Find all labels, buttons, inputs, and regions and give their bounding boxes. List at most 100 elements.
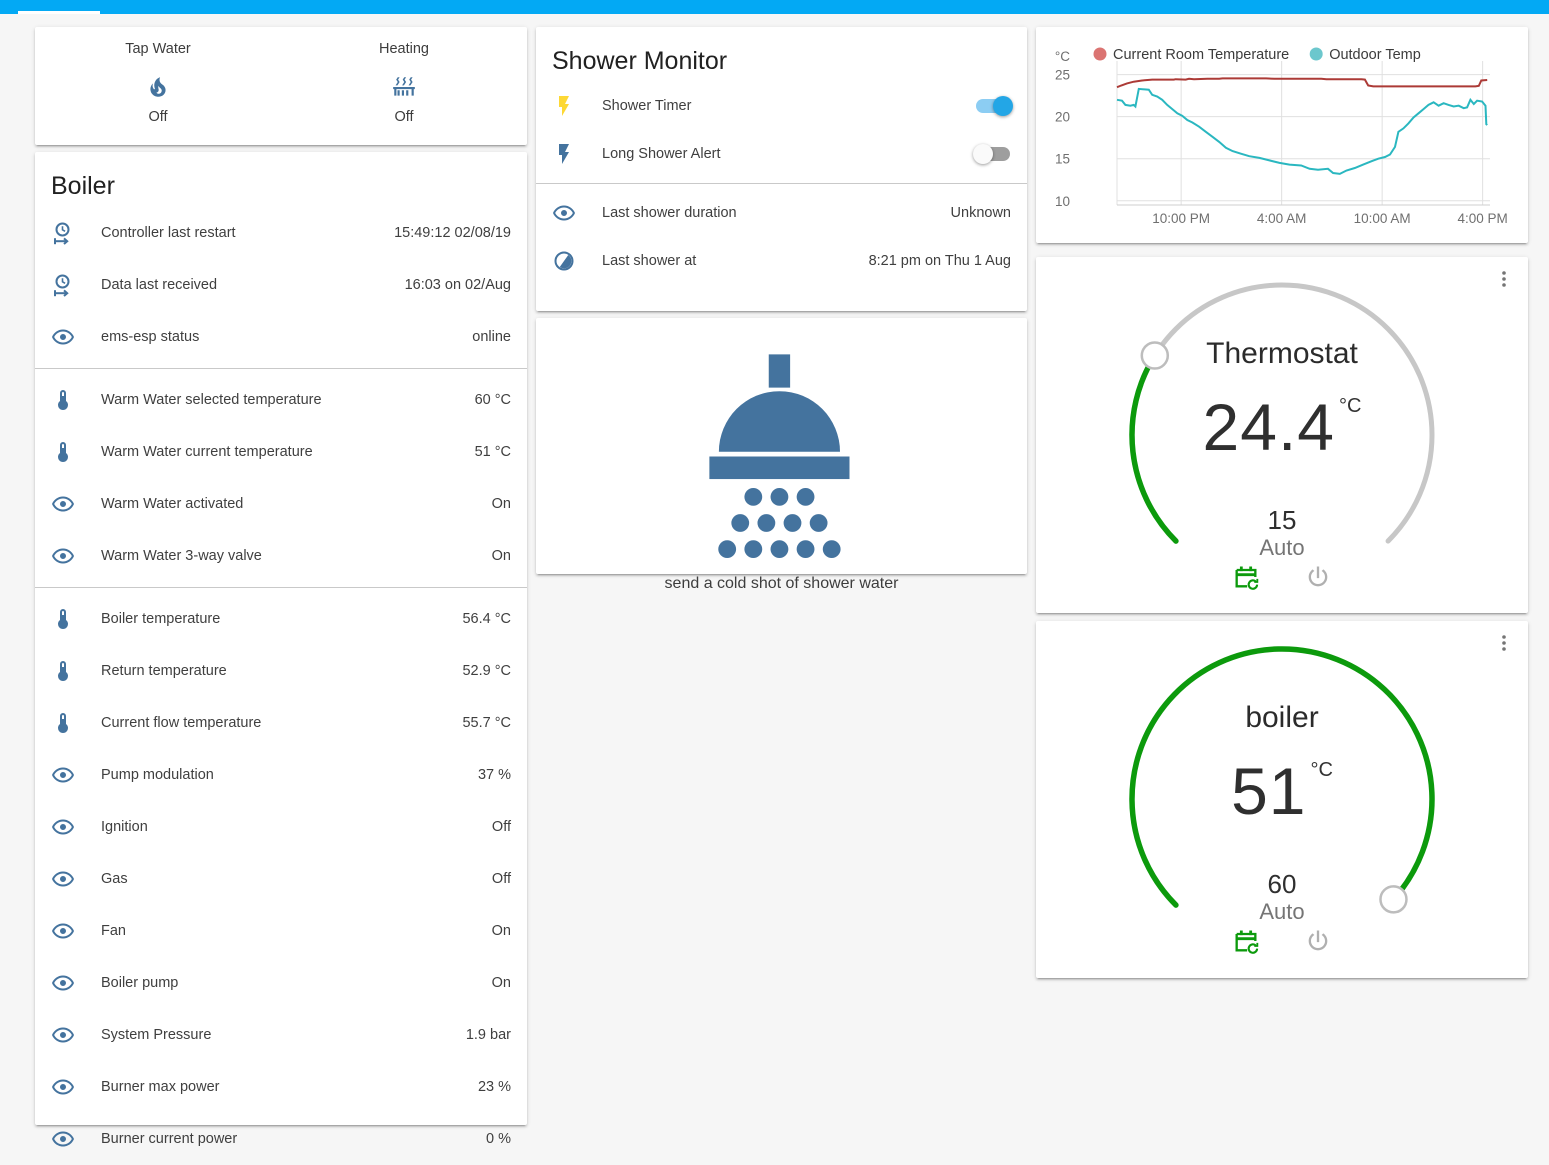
entity-label: Ignition — [101, 819, 492, 835]
toggle-thumb[interactable] — [973, 144, 993, 164]
temperature-value: 51 — [1231, 754, 1306, 828]
dial-title: boiler — [1036, 701, 1528, 735]
app-header-bar — [0, 0, 1549, 14]
temperature-unit: °C — [1310, 759, 1332, 781]
history-chart: 1015202510:00 PM4:00 AM10:00 AM4:00 PM°C… — [1036, 27, 1528, 243]
svg-text:10:00 AM: 10:00 AM — [1354, 211, 1411, 226]
entity-value: 51 °C — [475, 444, 511, 460]
active-tab-indicator — [18, 11, 100, 14]
entity-value: 37 % — [478, 767, 511, 783]
shower-action-label: send a cold shot of shower water — [665, 575, 899, 593]
dial-title: Thermostat — [1036, 337, 1528, 371]
entity-label: Burner current power — [101, 1131, 486, 1147]
eye-icon — [51, 815, 75, 839]
entity-row[interactable]: ems-esp statusonline — [35, 311, 527, 363]
temperature-unit: °C — [1339, 395, 1361, 417]
entity-row[interactable]: Boiler pumpOn — [35, 957, 527, 1009]
svg-text:4:00 PM: 4:00 PM — [1457, 211, 1507, 226]
entity-row[interactable]: Current flow temperature55.7 °C — [35, 697, 527, 749]
entity-label: ems-esp status — [101, 329, 472, 345]
entity-label: Warm Water current temperature — [101, 444, 475, 460]
entity-row[interactable]: Warm Water activatedOn — [35, 478, 527, 530]
setpoint-value: 15 — [1036, 505, 1528, 536]
toggle-thumb[interactable] — [993, 96, 1013, 116]
entity-value: 0 % — [486, 1131, 511, 1147]
thermometer-icon — [51, 388, 75, 412]
entity-row[interactable]: Burner current power0 % — [35, 1113, 527, 1165]
entity-label: Boiler temperature — [101, 611, 462, 627]
entity-label: Burner max power — [101, 1079, 478, 1095]
svg-text:Outdoor Temp: Outdoor Temp — [1329, 47, 1421, 63]
entity-value: online — [472, 329, 511, 345]
entity-value: On — [492, 548, 511, 564]
entity-row[interactable]: Warm Water current temperature51 °C — [35, 426, 527, 478]
entity-label: Shower Timer — [602, 98, 975, 114]
eye-icon — [51, 1023, 75, 1047]
eye-icon — [51, 1075, 75, 1099]
temperature-value: 24.4 — [1203, 390, 1335, 464]
boiler-dial-card: boiler 51°C 60 Auto — [1036, 621, 1528, 978]
entity-row[interactable]: Burner max power23 % — [35, 1061, 527, 1113]
entity-row[interactable]: Long Shower Alert — [536, 130, 1027, 178]
glance-label: Heating — [379, 41, 429, 67]
svg-text:°C: °C — [1055, 49, 1070, 64]
entity-label: Pump modulation — [101, 767, 478, 783]
entity-label: Long Shower Alert — [602, 146, 975, 162]
entity-row[interactable]: Data last received16:03 on 02/Aug — [35, 259, 527, 311]
card-title: Shower Monitor — [536, 27, 1027, 82]
shower-action-card[interactable]: send a cold shot of shower water — [536, 318, 1027, 574]
flash-icon — [552, 142, 576, 166]
svg-text:10: 10 — [1055, 194, 1070, 209]
entity-row[interactable]: System Pressure1.9 bar — [35, 1009, 527, 1061]
glance-label: Tap Water — [125, 41, 191, 67]
glance-item-heating[interactable]: Heating Off — [281, 27, 527, 145]
hvac-mode: Auto — [1036, 535, 1528, 561]
entity-row[interactable]: Return temperature52.9 °C — [35, 645, 527, 697]
entity-value: Unknown — [951, 205, 1011, 221]
entity-value: 8:21 pm on Thu 1 Aug — [869, 253, 1011, 269]
calendar-sync-icon[interactable] — [1232, 927, 1260, 955]
entity-value: 60 °C — [475, 392, 511, 408]
entity-value: Off — [492, 819, 511, 835]
shower-head-icon — [707, 354, 857, 561]
divider — [35, 587, 527, 588]
entity-row[interactable]: Pump modulation37 % — [35, 749, 527, 801]
entity-row[interactable]: Last shower at8:21 pm on Thu 1 Aug — [536, 237, 1027, 285]
calendar-sync-icon[interactable] — [1232, 563, 1260, 591]
entity-row[interactable]: Shower Timer — [536, 82, 1027, 130]
moon-icon — [552, 249, 576, 273]
entity-label: Boiler pump — [101, 975, 492, 991]
current-temperature: 24.4°C — [1036, 389, 1528, 465]
entity-row[interactable]: FanOn — [35, 905, 527, 957]
glance-item-tap-water[interactable]: Tap Water Off — [35, 27, 281, 145]
power-icon[interactable] — [1304, 563, 1332, 591]
entity-value: On — [492, 496, 511, 512]
toggle-switch[interactable] — [975, 96, 1011, 116]
eye-icon — [51, 325, 75, 349]
entity-rows: Controller last restart15:49:12 02/08/19… — [35, 207, 527, 1165]
thermostat-card: Thermostat 24.4°C 15 Auto — [1036, 257, 1528, 613]
entity-row[interactable]: GasOff — [35, 853, 527, 905]
entity-row[interactable]: Boiler temperature56.4 °C — [35, 593, 527, 645]
entity-rows: Shower Timer Long Shower Alert Last shower… — [536, 82, 1027, 285]
toggle-switch[interactable] — [975, 144, 1011, 164]
entity-row[interactable]: IgnitionOff — [35, 801, 527, 853]
fire-icon — [145, 67, 171, 107]
eye-icon — [51, 492, 75, 516]
status-glance-card: Tap Water Off Heating Off — [35, 27, 527, 145]
entity-row[interactable]: Last shower durationUnknown — [536, 189, 1027, 237]
boiler-entities-card: Boiler Controller last restart15:49:12 0… — [35, 152, 527, 1125]
thermometer-icon — [51, 711, 75, 735]
svg-text:20: 20 — [1055, 110, 1070, 125]
entity-row[interactable]: Warm Water selected temperature60 °C — [35, 374, 527, 426]
divider — [35, 368, 527, 369]
hvac-mode: Auto — [1036, 899, 1528, 925]
entity-row[interactable]: Warm Water 3-way valveOn — [35, 530, 527, 582]
power-icon[interactable] — [1304, 927, 1332, 955]
entity-label: Warm Water activated — [101, 496, 492, 512]
glance-state: Off — [394, 109, 413, 125]
entity-label: System Pressure — [101, 1027, 466, 1043]
svg-text:4:00 AM: 4:00 AM — [1257, 211, 1307, 226]
entity-row[interactable]: Controller last restart15:49:12 02/08/19 — [35, 207, 527, 259]
eye-icon — [552, 201, 576, 225]
